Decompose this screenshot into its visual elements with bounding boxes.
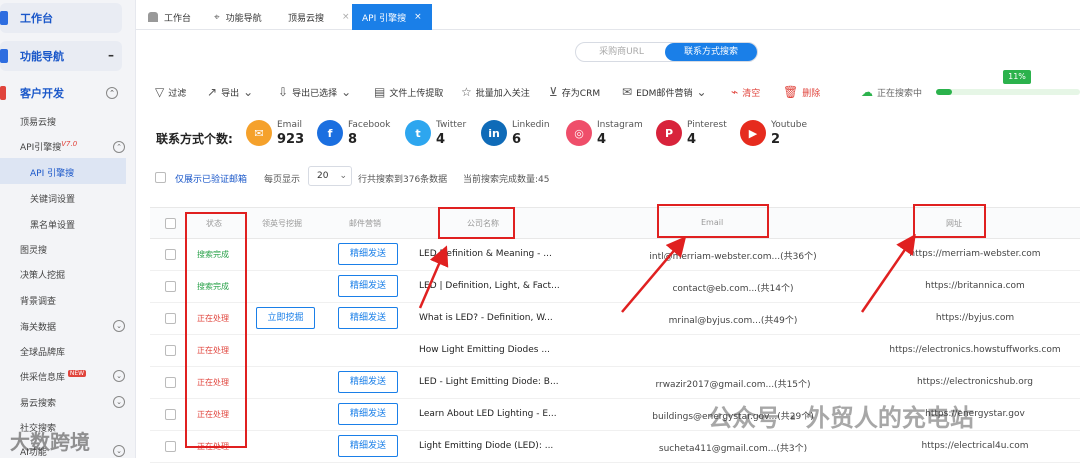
arrow-email bbox=[621, 236, 687, 313]
annotation-arrows bbox=[418, 233, 916, 313]
arrow-url bbox=[860, 233, 916, 313]
watermark-left: 大数跨境 bbox=[10, 430, 90, 454]
arrow-company bbox=[418, 245, 449, 309]
watermark-right: 公众号 · 外贸人的充电站 bbox=[708, 404, 974, 432]
